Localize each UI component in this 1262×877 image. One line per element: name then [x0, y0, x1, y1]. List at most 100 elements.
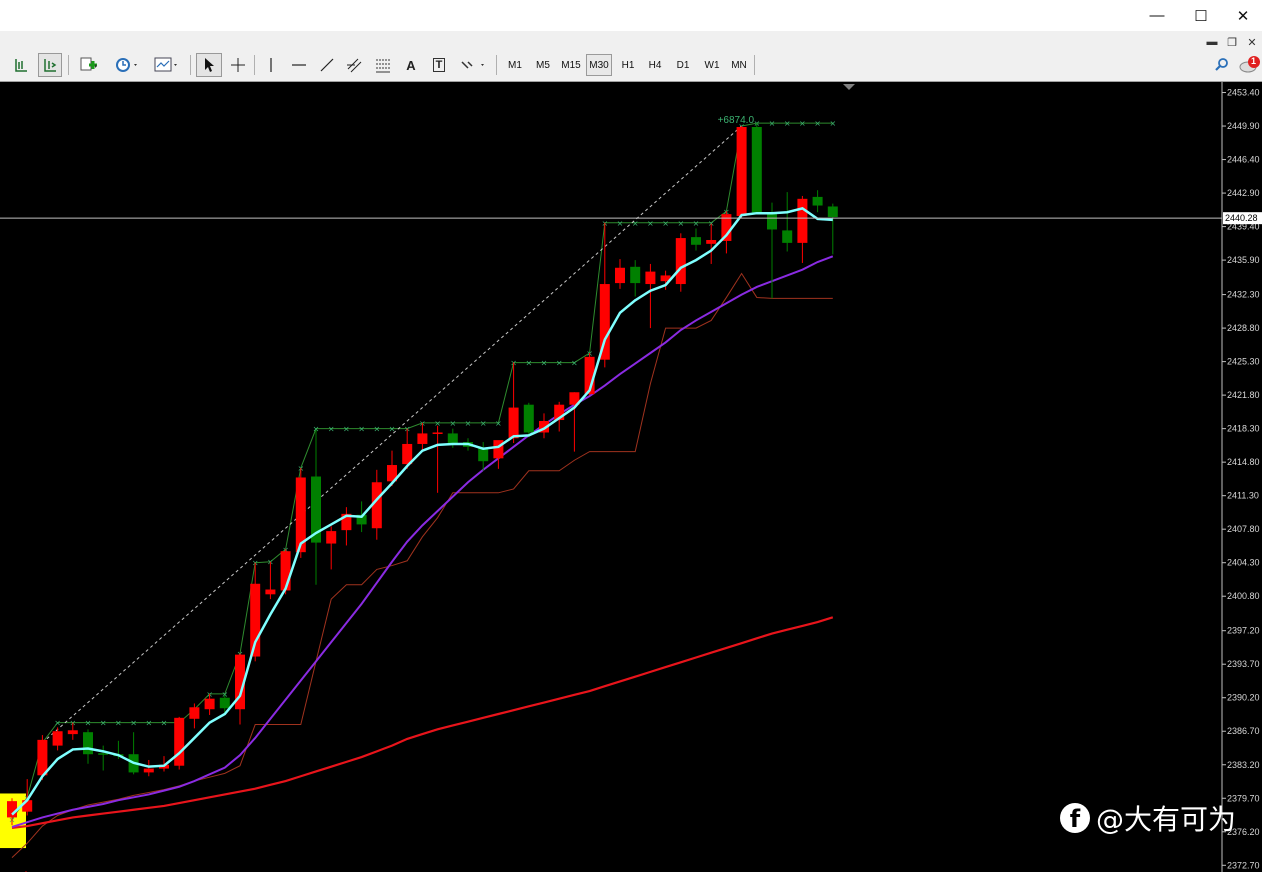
timeframe-m30[interactable]: M30: [586, 54, 612, 76]
timeframe-m5[interactable]: M5: [530, 54, 556, 76]
channel-marker: ×: [571, 359, 578, 368]
equidistant-channel-button[interactable]: [344, 53, 366, 77]
periodicity-button[interactable]: [110, 53, 144, 77]
watermark: f @大有可为: [1060, 798, 1236, 838]
candle-body: [675, 238, 686, 285]
separator: [68, 55, 69, 75]
cursor-icon: [205, 58, 214, 72]
channel-marker: ×: [829, 119, 836, 128]
clock-icon: [116, 58, 137, 72]
minimize-button[interactable]: —: [1134, 0, 1180, 31]
candle-body: [691, 237, 701, 245]
candle-body: [83, 732, 93, 755]
chart-shift-icon: [15, 59, 27, 72]
candle-body: [508, 407, 519, 439]
arrows-tool-button[interactable]: [456, 53, 490, 77]
facebook-logo-icon: f: [1060, 803, 1090, 833]
channel-marker: ×: [480, 419, 487, 428]
arrows-icon: [461, 61, 484, 69]
mdi-restore-button[interactable]: ❐: [1222, 33, 1242, 51]
channel-marker: ×: [662, 219, 669, 228]
price-tick-label: 2372.70: [1227, 860, 1260, 870]
templates-icon: [154, 57, 177, 72]
horizontal-line-tool-button[interactable]: [288, 53, 310, 77]
candle-body: [767, 213, 777, 230]
timeframe-w1[interactable]: W1: [699, 54, 725, 76]
channel-marker: ×: [495, 419, 502, 428]
mdi-minimize-button[interactable]: ▬: [1202, 33, 1222, 51]
channel-marker: ×: [814, 119, 821, 128]
search-icon: [1215, 58, 1228, 71]
maximize-button[interactable]: ☐: [1178, 0, 1224, 31]
price-tick-label: 2425.30: [1227, 357, 1260, 367]
price-chart[interactable]: ××××××××××××××××××××××××××××××××××××××××…: [0, 82, 1262, 877]
candle-body: [189, 707, 200, 719]
channel-marker: ×: [541, 359, 548, 368]
candle-body: [447, 433, 458, 444]
cursor-tool-button[interactable]: [196, 53, 222, 77]
channel-marker: ×: [54, 719, 61, 728]
candle-body: [523, 404, 534, 433]
timeframe-h4[interactable]: H4: [642, 54, 668, 76]
price-tick-label: 2390.20: [1227, 693, 1260, 703]
channel-marker: ×: [161, 719, 168, 728]
text-label-icon: T: [432, 58, 446, 72]
candle-body: [736, 127, 747, 217]
maximize-icon: ☐: [1194, 7, 1208, 25]
channel-marker: ×: [115, 719, 122, 728]
trendline-tool-button[interactable]: [316, 53, 338, 77]
text-tool-button[interactable]: A: [400, 53, 422, 77]
text-label-tool-button[interactable]: T: [428, 53, 450, 77]
notifications-button[interactable]: 1: [1238, 53, 1262, 77]
candle-body: [7, 801, 17, 818]
timeframe-m15[interactable]: M15: [558, 54, 584, 76]
templates-button[interactable]: [150, 53, 184, 77]
fibonacci-icon: [376, 59, 390, 73]
candle-body: [67, 730, 78, 735]
channel-marker: ×: [693, 219, 700, 228]
candle-body: [812, 196, 823, 206]
price-tick-label: 2393.70: [1227, 659, 1260, 669]
timeframe-mn[interactable]: MN: [726, 54, 752, 76]
price-tick-label: 2400.80: [1227, 591, 1260, 601]
close-button[interactable]: ✕: [1224, 0, 1262, 31]
channel-marker: ×: [799, 119, 806, 128]
price-tick-label: 2386.70: [1227, 726, 1260, 736]
timeframe-d1[interactable]: D1: [670, 54, 696, 76]
channel-marker: ×: [677, 219, 684, 228]
toolbar: ▬ ❐ ✕ A T M1 M5 M15 M30 H1 H4 D1 W1 MN 1: [0, 31, 1262, 82]
price-tick-label: 2435.90: [1227, 255, 1260, 265]
timeframe-h1[interactable]: H1: [615, 54, 641, 76]
mdi-close-button[interactable]: ✕: [1242, 33, 1262, 51]
chart-shift-button[interactable]: [10, 53, 32, 77]
search-button[interactable]: [1212, 53, 1232, 77]
crosshair-tool-button[interactable]: [226, 53, 250, 77]
candle-body: [432, 432, 443, 434]
new-chart-button[interactable]: [74, 53, 104, 77]
channel-marker: ×: [449, 419, 456, 428]
autoscroll-icon: [44, 59, 57, 72]
timeframe-m1[interactable]: M1: [502, 54, 528, 76]
chart-area[interactable]: ××××××××××××××××××××××××××××××××××××××××…: [0, 82, 1262, 877]
candle-body: [143, 768, 154, 773]
vertical-line-tool-button[interactable]: [260, 53, 282, 77]
channel-marker: ×: [784, 119, 791, 128]
autoscroll-button[interactable]: [38, 53, 62, 77]
candle-body: [827, 206, 838, 218]
vertical-line-icon: [270, 58, 272, 72]
price-tick-label: 2418.30: [1227, 424, 1260, 434]
price-tick-label: 2383.20: [1227, 760, 1260, 770]
notification-count: 1: [1251, 56, 1257, 66]
price-tick-label: 2442.90: [1227, 188, 1260, 198]
channel-marker: ×: [145, 719, 152, 728]
candle-body: [706, 240, 717, 244]
minimize-icon: —: [1149, 7, 1165, 24]
candle-body: [326, 531, 337, 544]
price-tick-label: 2421.80: [1227, 390, 1260, 400]
horizontal-line-icon: [292, 64, 306, 66]
candle-body: [219, 697, 230, 709]
separator: [754, 55, 755, 75]
fibonacci-tool-button[interactable]: [372, 53, 394, 77]
separator: [190, 55, 191, 75]
price-tick-label: 2446.40: [1227, 155, 1260, 165]
